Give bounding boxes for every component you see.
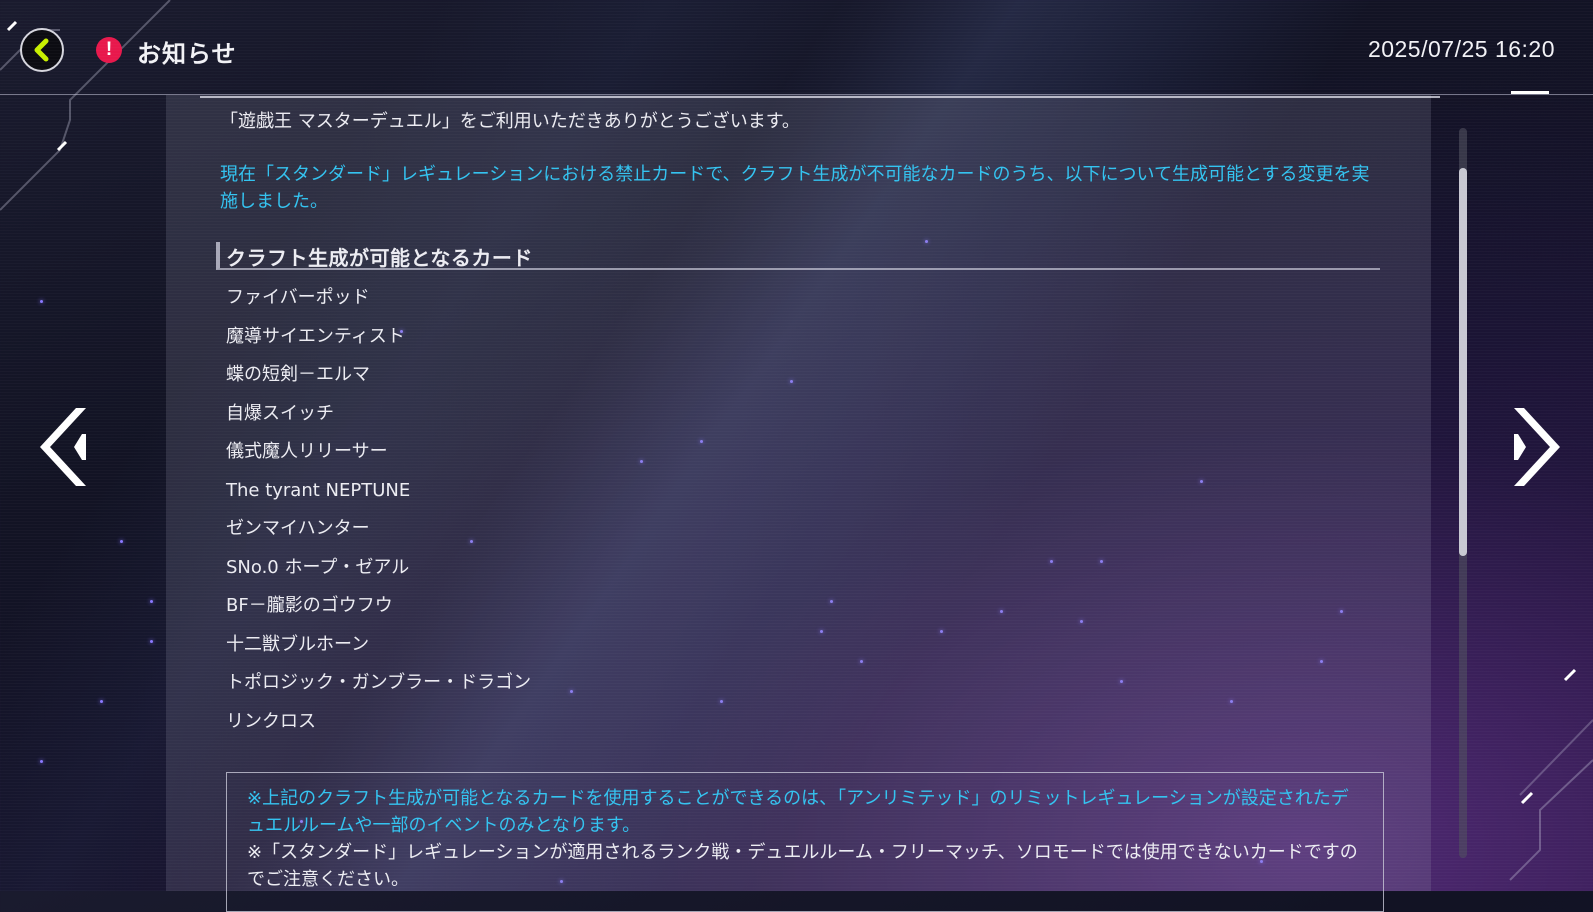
card-list-item: 蝶の短剣－エルマ <box>226 364 370 385</box>
datetime-display: 2025/07/25 16:20 <box>1367 36 1555 62</box>
card-list-item: ファイバーポッド <box>226 287 370 308</box>
caution-note-unlimited: ※上記のクラフト生成が可能となるカードを使用することができるのは、「アンリミテッ… <box>247 788 1349 836</box>
card-list-item: 十二獣ブルホーン <box>226 633 370 655</box>
particle-dot <box>150 600 153 603</box>
panel-top-divider <box>200 96 1440 98</box>
header-accent-tick <box>1511 91 1549 94</box>
chevron-left-icon <box>34 38 49 62</box>
double-chevron-left-icon[interactable] <box>36 404 90 490</box>
card-list-item: SNo.0 ホープ・ゼアル <box>226 556 410 578</box>
caution-note-box: ※上記のクラフト生成が可能となるカードを使用することができるのは、「アンリミテッ… <box>226 772 1384 912</box>
page-title: お知らせ <box>137 40 237 68</box>
caution-note-standard: ※「スタンダード」レギュレーションが適用されるランク戦・デュエルルーム・フリーマ… <box>247 842 1358 890</box>
chevron-right-icon[interactable] <box>1510 404 1564 490</box>
card-list-item: ゼンマイハンター <box>226 518 370 539</box>
back-button[interactable] <box>20 28 64 72</box>
particle-dot <box>100 700 103 703</box>
card-list-item: リンクロス <box>226 710 316 732</box>
card-list-item: 儀式魔人リリーサー <box>226 441 388 462</box>
particle-dot <box>40 760 43 763</box>
card-list-item: The tyrant NEPTUNE <box>226 479 411 501</box>
card-list-item: トポロジック・ガンブラー・ドラゴン <box>226 672 532 693</box>
particle-dot <box>40 300 43 303</box>
card-list-item: 自爆スイッチ <box>226 402 334 424</box>
particle-dot <box>120 540 123 543</box>
highlight-text: 現在「スタンダード」レギュレーションにおける禁止カードで、クラフト生成が不可能な… <box>220 164 1370 212</box>
card-list: ファイバーポッド 魔導サイエンティスト 蝶の短剣－エルマ 自爆スイッチ 儀式魔人… <box>226 286 531 748</box>
section-heading: クラフト生成が可能となるカード <box>216 242 1380 270</box>
section-heading-text: クラフト生成が可能となるカード <box>226 246 533 270</box>
particle-dot <box>150 640 153 643</box>
scrollbar-thumb[interactable] <box>1459 168 1467 556</box>
exclamation-glyph: ! <box>105 39 113 60</box>
card-list-item: BF－朧影のゴウフウ <box>226 595 393 616</box>
notice-body: 「遊戯王 マスターデュエル」をご利用いただきありがとうございます。 現在「スタン… <box>220 108 1380 215</box>
header-bar: ! お知らせ 2025/07/25 16:20 <box>0 0 1593 95</box>
card-list-item: 魔導サイエンティスト <box>226 325 405 347</box>
exclamation-icon: ! <box>96 37 122 63</box>
intro-text: 「遊戯王 マスターデュエル」をご利用いただきありがとうございます。 <box>220 111 800 132</box>
